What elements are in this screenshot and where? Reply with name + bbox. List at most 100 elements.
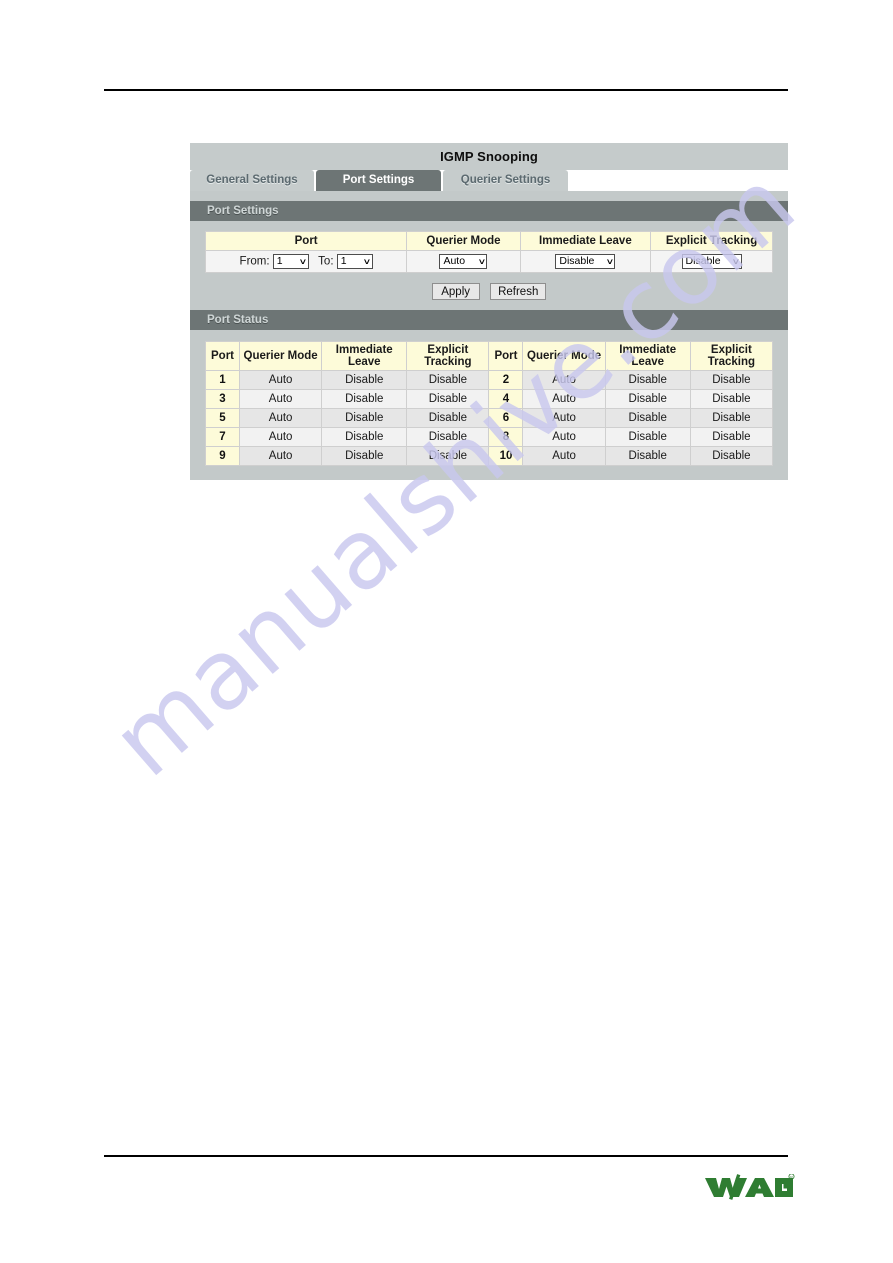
cell-querier-mode: Auto bbox=[522, 370, 606, 390]
cell-immediate-leave: Disable bbox=[321, 427, 408, 447]
cell-explicit-tracking: Disable bbox=[689, 389, 774, 409]
header-port-right: Port bbox=[488, 341, 524, 371]
table-row: From: 1 ∨ To: 1 ∨ Auto ∨ Disable ∨ Disab… bbox=[204, 250, 773, 273]
header-immediate-leave-left: Immediate Leave bbox=[321, 341, 408, 371]
table-header-row: Port Querier Mode Immediate Leave Explic… bbox=[204, 231, 773, 251]
table-row: 3 Auto Disable Disable 4 Auto Disable Di… bbox=[204, 389, 774, 409]
cell-querier-mode: Auto bbox=[522, 446, 606, 466]
cell-explicit-tracking: Disable bbox=[689, 408, 774, 428]
header-port: Port bbox=[204, 231, 408, 251]
wago-logo-icon: R bbox=[705, 1173, 795, 1200]
cell-immediate-leave: Disable bbox=[604, 446, 691, 466]
cell-immediate-leave: Disable bbox=[604, 389, 691, 409]
cell-port: 7 bbox=[204, 427, 241, 447]
header-immediate-leave-right: Immediate Leave bbox=[604, 341, 691, 371]
table-row: 1 Auto Disable Disable 2 Auto Disable Di… bbox=[204, 370, 774, 390]
cell-port: 5 bbox=[204, 408, 241, 428]
port-to-value: 1 bbox=[340, 255, 347, 267]
port-settings-table: Port Querier Mode Immediate Leave Explic… bbox=[204, 231, 773, 273]
header-querier-mode: Querier Mode bbox=[406, 231, 521, 251]
chevron-down-icon: ∨ bbox=[477, 256, 486, 266]
cell-port: 8 bbox=[488, 427, 524, 447]
chevron-down-icon: ∨ bbox=[298, 256, 308, 266]
cell-explicit-tracking: Disable bbox=[406, 370, 490, 390]
port-range-cell: From: 1 ∨ To: 1 ∨ bbox=[204, 250, 408, 273]
chevron-down-icon: ∨ bbox=[731, 256, 740, 266]
cell-port: 6 bbox=[488, 408, 524, 428]
cell-querier-mode: Auto bbox=[239, 408, 323, 428]
cell-explicit-tracking: Disable bbox=[406, 408, 490, 428]
cell-querier-mode: Auto bbox=[522, 389, 606, 409]
to-label: To: bbox=[318, 255, 334, 268]
header-explicit-tracking-left: Explicit Tracking bbox=[406, 341, 490, 371]
action-button-row: Apply Refresh bbox=[205, 273, 773, 301]
tab-port-settings[interactable]: Port Settings bbox=[316, 170, 441, 191]
from-label: From: bbox=[239, 255, 270, 268]
page-footer-rule bbox=[104, 1155, 788, 1157]
cell-immediate-leave: Disable bbox=[321, 446, 408, 466]
cell-immediate-leave: Disable bbox=[321, 408, 408, 428]
port-settings-body: Port Querier Mode Immediate Leave Explic… bbox=[190, 221, 788, 310]
port-status-section-header: Port Status bbox=[190, 310, 788, 330]
explicit-tracking-select[interactable]: Disable ∨ bbox=[681, 254, 742, 269]
chevron-down-icon: ∨ bbox=[362, 256, 372, 266]
header-querier-mode-right: Querier Mode bbox=[522, 341, 606, 371]
cell-immediate-leave: Disable bbox=[321, 370, 408, 390]
tab-bar: General Settings Port Settings Querier S… bbox=[190, 170, 788, 191]
port-status-body: Port Querier Mode Immediate Leave Explic… bbox=[190, 330, 788, 480]
cell-explicit-tracking: Disable bbox=[406, 446, 490, 466]
igmp-snooping-panel: IGMP Snooping General Settings Port Sett… bbox=[190, 143, 788, 480]
cell-port: 9 bbox=[204, 446, 241, 466]
cell-immediate-leave: Disable bbox=[604, 370, 691, 390]
cell-immediate-leave: Disable bbox=[321, 389, 408, 409]
cell-port: 1 bbox=[204, 370, 241, 390]
header-explicit-tracking-right: Explicit Tracking bbox=[689, 341, 774, 371]
port-to-select[interactable]: 1 ∨ bbox=[336, 254, 373, 269]
immediate-leave-value: Disable bbox=[559, 255, 595, 267]
cell-explicit-tracking: Disable bbox=[689, 446, 774, 466]
table-header-row: Port Querier Mode Immediate Leave Explic… bbox=[204, 341, 774, 371]
querier-mode-value: Auto bbox=[443, 255, 466, 267]
cell-querier-mode: Auto bbox=[239, 370, 323, 390]
explicit-tracking-value: Disable bbox=[685, 255, 721, 267]
immediate-leave-select[interactable]: Disable ∨ bbox=[555, 254, 616, 269]
port-from-value: 1 bbox=[276, 255, 283, 267]
querier-mode-cell: Auto ∨ bbox=[406, 250, 521, 273]
querier-mode-select[interactable]: Auto ∨ bbox=[439, 254, 488, 269]
cell-port: 2 bbox=[488, 370, 524, 390]
tab-underline bbox=[190, 191, 788, 201]
immediate-leave-cell: Disable ∨ bbox=[519, 250, 652, 273]
cell-port: 10 bbox=[488, 446, 524, 466]
tab-general-settings[interactable]: General Settings bbox=[190, 170, 314, 191]
header-explicit-tracking: Explicit Tracking bbox=[650, 231, 773, 251]
cell-querier-mode: Auto bbox=[522, 408, 606, 428]
cell-explicit-tracking: Disable bbox=[406, 427, 490, 447]
chevron-down-icon: ∨ bbox=[605, 256, 614, 266]
cell-immediate-leave: Disable bbox=[604, 408, 691, 428]
cell-querier-mode: Auto bbox=[239, 446, 323, 466]
port-settings-section-header: Port Settings bbox=[190, 201, 788, 221]
cell-querier-mode: Auto bbox=[522, 427, 606, 447]
header-port-left: Port bbox=[204, 341, 241, 371]
cell-explicit-tracking: Disable bbox=[406, 389, 490, 409]
cell-explicit-tracking: Disable bbox=[689, 427, 774, 447]
cell-querier-mode: Auto bbox=[239, 389, 323, 409]
header-immediate-leave: Immediate Leave bbox=[519, 231, 652, 251]
header-querier-mode-left: Querier Mode bbox=[239, 341, 323, 371]
table-row: 9 Auto Disable Disable 10 Auto Disable D… bbox=[204, 446, 774, 466]
cell-querier-mode: Auto bbox=[239, 427, 323, 447]
port-status-table: Port Querier Mode Immediate Leave Explic… bbox=[204, 341, 774, 466]
table-row: 5 Auto Disable Disable 6 Auto Disable Di… bbox=[204, 408, 774, 428]
page-title: IGMP Snooping bbox=[190, 143, 788, 170]
tab-querier-settings[interactable]: Querier Settings bbox=[443, 170, 568, 191]
port-from-select[interactable]: 1 ∨ bbox=[272, 254, 309, 269]
cell-immediate-leave: Disable bbox=[604, 427, 691, 447]
apply-button[interactable]: Apply bbox=[431, 283, 480, 300]
wago-logo: R bbox=[703, 1173, 795, 1200]
page-header-rule bbox=[104, 89, 788, 91]
cell-port: 4 bbox=[488, 389, 524, 409]
explicit-tracking-cell: Disable ∨ bbox=[650, 250, 773, 273]
refresh-button[interactable]: Refresh bbox=[490, 283, 547, 300]
svg-text:R: R bbox=[790, 1175, 793, 1179]
cell-explicit-tracking: Disable bbox=[689, 370, 774, 390]
